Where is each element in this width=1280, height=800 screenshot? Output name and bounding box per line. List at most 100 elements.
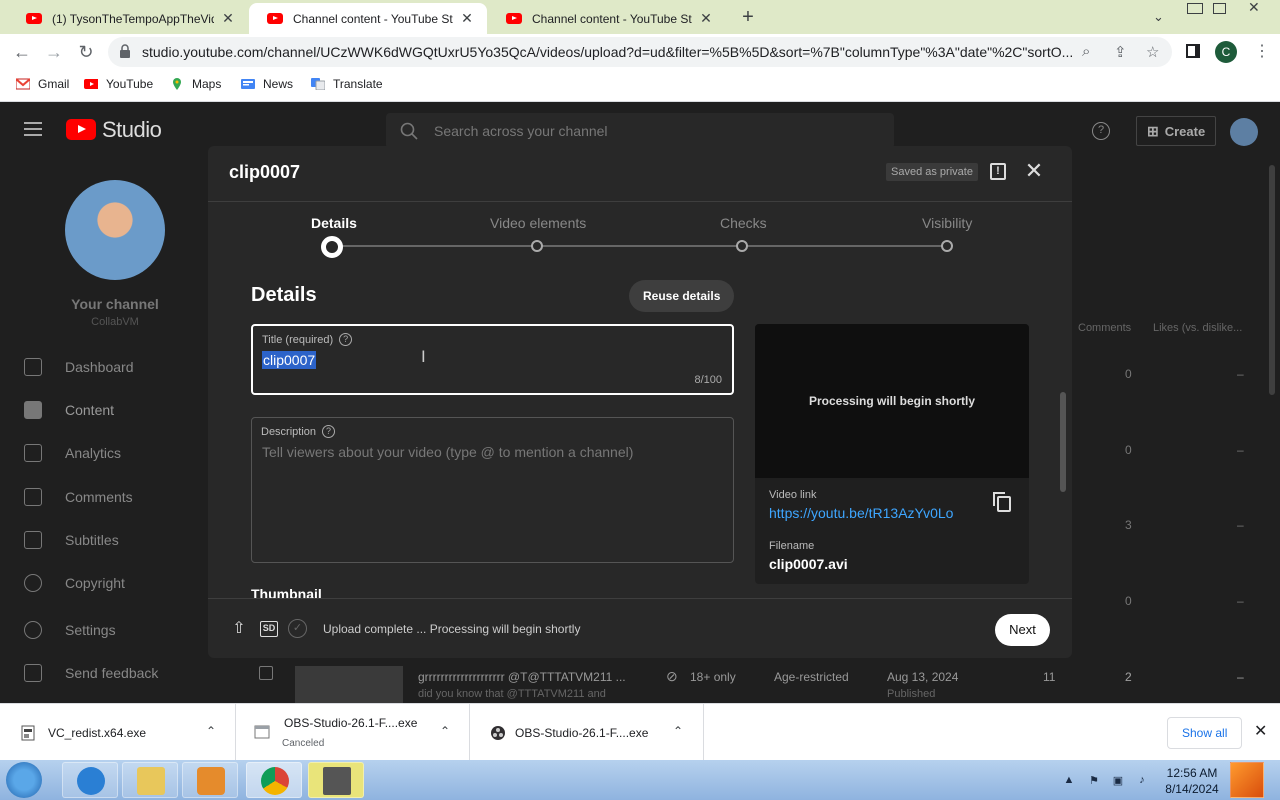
taskbar-file-explorer[interactable] [122, 762, 178, 798]
browser-tab-2[interactable]: Channel content - YouTube Studio ✕ [249, 3, 487, 34]
row-likes: – [1237, 367, 1244, 381]
download-item-2[interactable]: OBS-Studio-26.1-F....exe Canceled ⌃ [236, 704, 470, 761]
column-header-comments[interactable]: Comments [1078, 322, 1131, 334]
sidebar-item-dashboard[interactable]: Dashboard [0, 347, 208, 387]
chevron-up-icon[interactable]: ⌃ [673, 724, 683, 738]
bookmark-news[interactable]: News [241, 77, 293, 91]
bookmark-translate[interactable]: Translate [311, 77, 383, 91]
taskbar-media-player[interactable] [182, 762, 238, 798]
title-input-value[interactable]: clip0007 [262, 351, 317, 369]
video-preview[interactable]: Processing will begin shortly [755, 324, 1029, 478]
report-feedback-icon[interactable]: ! [990, 163, 1006, 180]
next-button[interactable]: Next [995, 614, 1050, 646]
maximize-button[interactable] [1213, 3, 1226, 14]
page-scrollbar[interactable] [1269, 165, 1275, 395]
dialog-scrollbar[interactable] [1060, 392, 1066, 492]
chevron-up-icon[interactable]: ⌃ [206, 724, 216, 738]
sidebar-item-settings[interactable]: Settings [0, 610, 208, 650]
new-tab-button[interactable]: + [737, 6, 759, 29]
sidebar-item-comments[interactable]: Comments [0, 477, 208, 517]
show-hidden-icons-icon[interactable]: ▲ [1062, 774, 1076, 788]
download-status: Canceled [282, 738, 325, 749]
sidebar-item-label: Comments [65, 489, 133, 505]
row-comments: 0 [1125, 594, 1132, 608]
close-tab-icon[interactable]: ✕ [220, 10, 236, 27]
step-dot-checks[interactable] [736, 240, 748, 252]
side-panel-icon[interactable] [1186, 44, 1200, 58]
start-button[interactable] [6, 762, 42, 798]
address-bar[interactable]: studio.youtube.com/channel/UCzWWK6dWGQtU… [108, 37, 1172, 67]
zoom-search-icon[interactable]: ⌕ [1082, 43, 1090, 60]
create-button[interactable]: ⊞ Create [1136, 116, 1217, 146]
browser-tab-3[interactable]: Channel content - YouTube Studio ✕ [488, 3, 726, 34]
sidebar-item-label: Send feedback [65, 665, 159, 681]
step-dot-video-elements[interactable] [531, 240, 543, 252]
step-visibility[interactable]: Visibility [922, 215, 972, 231]
checks-icon: ✓ [288, 619, 307, 638]
bookmark-label: News [263, 77, 294, 91]
bookmark-gmail[interactable]: Gmail [16, 77, 69, 91]
chevron-up-icon[interactable]: ⌃ [440, 724, 450, 738]
system-clock[interactable]: 12:56 AM 8/14/2024 [1160, 765, 1224, 797]
row-select-checkbox[interactable] [259, 666, 273, 680]
taskbar-chrome[interactable] [246, 762, 302, 798]
title-field[interactable]: Title (required) ? clip0007 I 8/100 [251, 324, 734, 395]
sidebar-item-analytics[interactable]: Analytics [0, 433, 208, 473]
bookmark-youtube[interactable]: YouTube [84, 77, 153, 91]
youtube-favicon-icon [506, 13, 522, 24]
help-icon[interactable]: ? [339, 333, 353, 346]
maps-icon [173, 78, 181, 90]
channel-avatar[interactable] [65, 180, 165, 280]
menu-kebab-icon[interactable]: ⋮ [1254, 41, 1270, 61]
taskbar-app[interactable] [308, 762, 364, 798]
step-dot-details[interactable] [321, 236, 343, 258]
step-details[interactable]: Details [311, 215, 357, 231]
profile-avatar[interactable]: C [1215, 41, 1237, 63]
sidebar-item-subtitles[interactable]: Subtitles [0, 520, 208, 560]
minimize-button[interactable] [1187, 3, 1203, 14]
bookmark-star-icon[interactable]: ☆ [1146, 43, 1159, 61]
video-link[interactable]: https://youtu.be/tR13AzYv0Lo [769, 505, 953, 521]
upload-status-text: Upload complete ... Processing will begi… [323, 622, 581, 636]
taskbar-internet-explorer[interactable] [62, 762, 118, 798]
sidebar-item-content[interactable]: Content [0, 390, 208, 430]
action-center-icon[interactable]: ⚑ [1087, 774, 1101, 788]
bookmark-maps[interactable]: Maps [170, 77, 221, 91]
help-icon[interactable]: ? [1092, 122, 1110, 140]
window-close-button[interactable]: ✕ [1248, 0, 1260, 16]
volume-icon[interactable]: ♪ [1135, 774, 1149, 788]
youtube-logo-icon[interactable] [66, 119, 96, 140]
channel-search-input[interactable]: Search across your channel [386, 113, 894, 149]
column-header-likes[interactable]: Likes (vs. dislike... [1153, 322, 1242, 334]
tab-search-icon[interactable]: ⌄ [1153, 9, 1164, 25]
network-icon[interactable]: ▣ [1111, 774, 1125, 788]
copy-icon[interactable] [993, 492, 1011, 512]
download-item-1[interactable]: VC_redist.x64.exe ⌃ [0, 704, 236, 761]
step-checks[interactable]: Checks [720, 215, 767, 231]
step-dot-visibility[interactable] [941, 240, 953, 252]
close-tab-icon[interactable]: ✕ [698, 10, 714, 27]
description-field[interactable]: Description ? Tell viewers about your vi… [251, 417, 734, 563]
download-item-3[interactable]: OBS-Studio-26.1-F....exe ⌃ [470, 704, 704, 761]
reuse-details-button[interactable]: Reuse details [629, 280, 735, 312]
help-icon[interactable]: ? [322, 425, 336, 438]
sidebar-item-send-feedback[interactable]: Send feedback [0, 653, 208, 693]
back-icon[interactable]: ← [10, 40, 34, 64]
share-icon[interactable]: ⇪ [1114, 43, 1127, 61]
forward-icon[interactable]: → [42, 40, 66, 64]
close-tab-icon[interactable]: ✕ [459, 10, 475, 27]
step-video-elements[interactable]: Video elements [490, 215, 586, 231]
hamburger-menu-icon[interactable] [24, 122, 42, 136]
browser-tab-1[interactable]: (1) TysonTheTempoAppTheVideo ✕ [8, 3, 248, 34]
video-thumbnail[interactable] [295, 666, 403, 703]
show-desktop-button[interactable] [1230, 762, 1264, 798]
sidebar-item-copyright[interactable]: Copyright [0, 563, 208, 603]
account-avatar[interactable] [1230, 118, 1258, 146]
video-date-status: Published [887, 688, 936, 700]
video-title[interactable]: grrrrrrrrrrrrrrrrrrrr @T@TTTATVM211 ... [418, 670, 626, 684]
reload-icon[interactable]: ↻ [74, 40, 98, 64]
show-all-downloads-button[interactable]: Show all [1167, 717, 1243, 749]
close-icon[interactable]: ✕ [1023, 160, 1045, 182]
close-downloads-icon[interactable]: ✕ [1254, 721, 1267, 741]
dialog-header: clip0007 Saved as private ! ✕ [208, 146, 1072, 202]
